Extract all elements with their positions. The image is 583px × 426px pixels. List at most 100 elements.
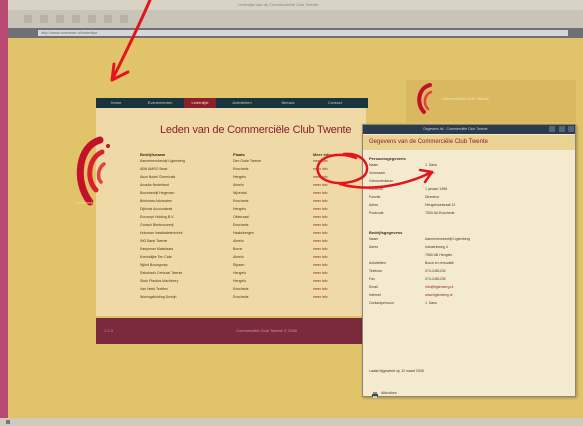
nav-item-activiteiten[interactable]: Activiteiten <box>220 98 264 108</box>
member-name: Koninklijke Ten Cate <box>140 255 172 259</box>
member-info-link[interactable]: meer info <box>313 207 328 211</box>
browser-titlebar: Ledenlijst van de Commercieële Club Twen… <box>8 0 583 10</box>
member-info-link[interactable]: meer info <box>313 231 328 235</box>
member-place: Den Oude Twente <box>233 159 262 163</box>
member-info-link[interactable]: meer info <box>313 183 328 187</box>
member-info-link[interactable]: meer info <box>313 255 328 259</box>
member-info-link[interactable]: meer info <box>313 167 328 171</box>
field-value: 7550 AB Hengelo <box>425 253 453 257</box>
member-name: ABN AMRO Bank <box>140 167 168 171</box>
field-value: Johan <box>425 171 435 175</box>
member-place: Enschede <box>233 287 249 291</box>
member-place: Hengelo <box>233 207 247 211</box>
member-info-link[interactable]: meer info <box>313 295 328 299</box>
back-icon[interactable] <box>24 15 32 23</box>
field-value: Directeur <box>425 195 440 199</box>
member-place: Almelo <box>233 255 244 259</box>
url-input[interactable]: http://www.cctwente.nl/ledenlijst <box>38 30 568 36</box>
maximize-icon[interactable] <box>559 126 565 132</box>
status-bar <box>0 418 583 426</box>
member-name: Kampman Makelaars <box>140 247 174 251</box>
field-label: Geboortedatum <box>369 179 394 183</box>
member-place: Enschede <box>233 199 249 203</box>
field-value: Hengelosestraat 12 <box>425 203 456 207</box>
print-icon[interactable] <box>371 391 379 399</box>
member-info-link[interactable]: meer info <box>313 247 328 251</box>
nav-item-home[interactable]: Home <box>96 98 136 108</box>
member-info-link[interactable]: meer info <box>313 287 328 291</box>
member-place: Haaksbergen <box>233 231 254 235</box>
field-label: Telefoon <box>369 269 383 273</box>
url-text: http://www.cctwente.nl/ledenlijst <box>41 30 98 35</box>
member-name: Nijhof Bouwgroep <box>140 263 168 267</box>
home-icon[interactable] <box>88 15 96 23</box>
member-info-link[interactable]: meer info <box>313 271 328 275</box>
field-label: Internet <box>369 293 381 297</box>
member-info-link[interactable]: meer info <box>313 223 328 227</box>
member-place: Nijverdal <box>233 191 247 195</box>
member-place: Hengelo <box>233 271 247 275</box>
field-label: Contactpersoon <box>369 301 394 305</box>
nav-item-nieuws[interactable]: Nieuws <box>268 98 308 108</box>
personal-fields: Naam J. Gans Voornaam Johan Geboortedatum Lid… <box>363 163 575 223</box>
field-value: Bouw en renovatie <box>425 261 454 265</box>
field-value[interactable]: www.ligtenberg.nl <box>425 293 452 297</box>
member-info-link[interactable]: meer info <box>313 199 328 203</box>
member-name: Dijkhuis Accountants <box>140 207 173 211</box>
field-value: 074-2451235 <box>425 277 446 281</box>
stop-icon[interactable] <box>72 15 80 23</box>
close-icon[interactable] <box>568 126 574 132</box>
member-place: Oldenzaal <box>233 215 249 219</box>
member-place: Enschede <box>233 295 249 299</box>
member-info-link[interactable]: meer info <box>313 175 328 179</box>
col-header-link: Meer info <box>313 152 331 157</box>
member-name: Eurocept Holding B.V. <box>140 215 175 219</box>
field-value: 074-2451234 <box>425 269 446 273</box>
nav-item-ledenlijst[interactable]: Ledenlijst <box>184 98 216 108</box>
status-icon <box>6 420 10 424</box>
member-place: Hengelo <box>233 279 247 283</box>
field-label: Naam <box>369 237 379 241</box>
reload-icon[interactable] <box>56 15 64 23</box>
member-info-link[interactable]: meer info <box>313 159 328 163</box>
nav-item-contact[interactable]: Contact <box>312 98 358 108</box>
nav-item-evenementen[interactable]: Evenementen <box>138 98 182 108</box>
address-bar: http://www.cctwente.nl/ledenlijst <box>8 28 583 38</box>
pagination[interactable]: 1 2 3 <box>104 328 113 333</box>
member-place: Rijssen <box>233 263 245 267</box>
popup-heading: Gegevens van de Commerciële Club Twente <box>369 139 488 145</box>
bookmark-icon[interactable] <box>120 15 128 23</box>
page-footer: 1 2 3 Commerciële Club Twente © 2006 <box>96 318 366 344</box>
popup-window-title: Gegevens lid - Commerciële Club Twente <box>423 127 488 131</box>
col-header-place: Plaats <box>233 152 245 157</box>
section-company: Bedrijfsgegevens <box>369 230 403 235</box>
member-name: Akzo Nobel Chemicals <box>140 175 176 179</box>
minimize-icon[interactable] <box>549 126 555 132</box>
member-info-link[interactable]: meer info <box>313 239 328 243</box>
member-info-link[interactable]: meer info <box>313 279 328 283</box>
print-toolbar-icon[interactable] <box>104 15 112 23</box>
member-name: Bouwbedrijf Hegeman <box>140 191 175 195</box>
member-info-link[interactable]: meer info <box>313 215 328 219</box>
field-value: J. Gans <box>425 301 438 305</box>
field-label: Fax <box>369 277 375 281</box>
field-value: Aannemersbedrijf Ligtenberg <box>425 237 470 241</box>
member-place: Almelo <box>233 239 244 243</box>
forward-icon[interactable] <box>40 15 48 23</box>
member-info-link[interactable]: meer info <box>313 191 328 195</box>
member-name: Brinkman Advocaten <box>140 199 173 203</box>
member-info-link[interactable]: meer info <box>313 263 328 267</box>
field-label: Adres <box>369 203 379 207</box>
field-label: Activiteiten <box>369 261 386 265</box>
member-place: Hengelo <box>233 175 247 179</box>
company-fields: Naam Aannemersbedrijf Ligtenberg Adres Indu… <box>363 237 575 337</box>
site-nav: Home Evenementen Ledenlijst Activiteiten… <box>96 98 368 108</box>
member-name: Huisman Installatietechniek <box>140 231 183 235</box>
print-label[interactable]: Afdrukken <box>381 391 397 395</box>
field-value: Industrieweg 4 <box>425 245 448 249</box>
field-value[interactable]: info@ligtenberg.nl <box>425 285 453 289</box>
member-name: Van Heek Textiles <box>140 287 168 291</box>
header-logo-banner: Commerciële Club Twente <box>406 80 576 122</box>
last-updated: Laatst bijgewerkt op 12 maart 2006 <box>369 369 424 373</box>
member-place: Borne <box>233 247 243 251</box>
